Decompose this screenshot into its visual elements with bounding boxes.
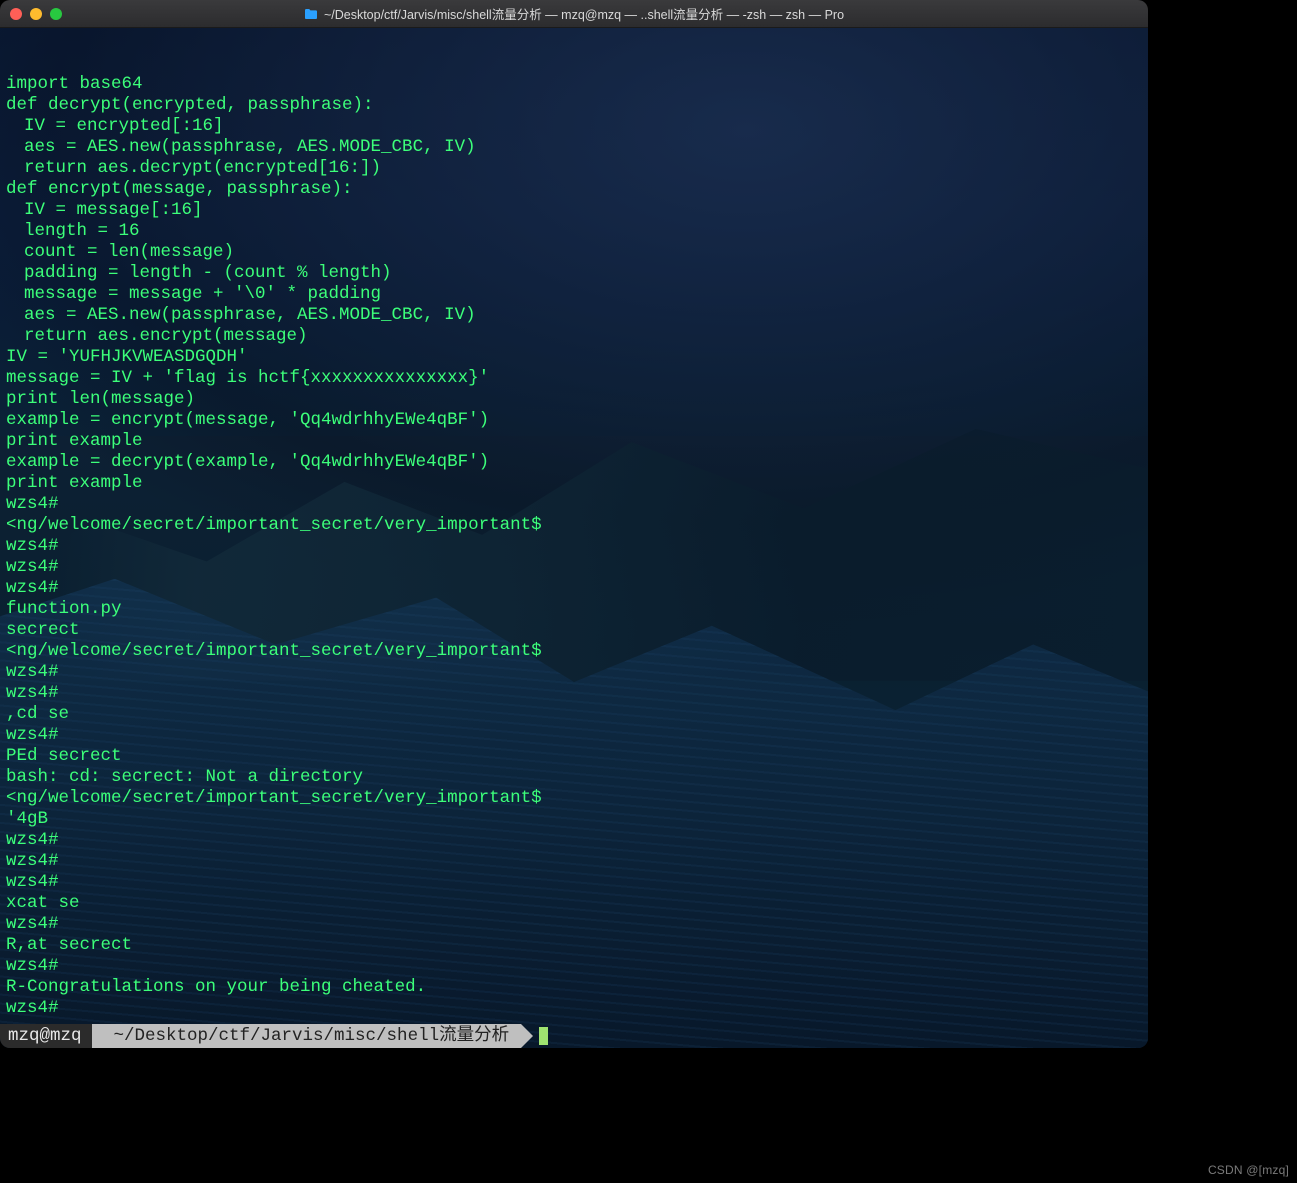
terminal-line: <ng/welcome/secret/important_secret/very… (6, 641, 1142, 662)
terminal-line: wzs4# (6, 872, 1142, 893)
terminal-viewport[interactable]: import base64def decrypt(encrypted, pass… (0, 28, 1148, 1048)
prompt-user: mzq@mzq (0, 1024, 92, 1048)
terminal-line: wzs4# (6, 536, 1142, 557)
watermark: CSDN @[mzq] (1208, 1163, 1289, 1177)
terminal-line: message = message + '\0' * padding (6, 284, 1142, 305)
cursor-icon (539, 1027, 548, 1045)
terminal-line: def decrypt(encrypted, passphrase): (6, 95, 1142, 116)
terminal-line: length = 16 (6, 221, 1142, 242)
terminal-line: def encrypt(message, passphrase): (6, 179, 1142, 200)
terminal-line: wzs4# (6, 662, 1142, 683)
prompt-path-text: ~/Desktop/ctf/Jarvis/misc/shell流量分析 (114, 1026, 510, 1047)
terminal-line: wzs4# (6, 830, 1142, 851)
terminal-line: wzs4# (6, 683, 1142, 704)
terminal-line: secrect (6, 620, 1142, 641)
terminal-line: wzs4# (6, 557, 1142, 578)
terminal-line: PEd secrect (6, 746, 1142, 767)
terminal-line: wzs4# (6, 851, 1142, 872)
folder-icon (304, 8, 318, 20)
terminal-line: function.py (6, 599, 1142, 620)
terminal-line: wzs4# (6, 956, 1142, 977)
terminal-line: IV = 'YUFHJKVWEASDGQDH' (6, 347, 1142, 368)
terminal-line: example = encrypt(message, 'Qq4wdrhhyEWe… (6, 410, 1142, 431)
terminal-line: <ng/welcome/secret/important_secret/very… (6, 788, 1142, 809)
prompt-path: ~/Desktop/ctf/Jarvis/misc/shell流量分析 (92, 1024, 522, 1048)
terminal-line: count = len(message) (6, 242, 1142, 263)
terminal-line: wzs4# (6, 914, 1142, 935)
terminal-line: ,cd se (6, 704, 1142, 725)
window-title: ~/Desktop/ctf/Jarvis/misc/shell流量分析 — mz… (0, 4, 1148, 23)
terminal-line: R,at secrect (6, 935, 1142, 956)
terminal-line: print example (6, 473, 1142, 494)
terminal-line: message = IV + 'flag is hctf{xxxxxxxxxxx… (6, 368, 1142, 389)
terminal-line: print len(message) (6, 389, 1142, 410)
terminal-line: R-Congratulations on your being cheated. (6, 977, 1142, 998)
terminal-line: aes = AES.new(passphrase, AES.MODE_CBC, … (6, 137, 1142, 158)
terminal-line: import base64 (6, 74, 1142, 95)
prompt-user-text: mzq@mzq (8, 1026, 82, 1047)
terminal-window: ~/Desktop/ctf/Jarvis/misc/shell流量分析 — mz… (0, 0, 1148, 1048)
close-icon[interactable] (10, 8, 22, 20)
terminal-line: print example (6, 431, 1142, 452)
minimize-icon[interactable] (30, 8, 42, 20)
terminal-line: IV = message[:16] (6, 200, 1142, 221)
terminal-line: wzs4# (6, 725, 1142, 746)
terminal-line: wzs4# (6, 998, 1142, 1019)
terminal-line: example = decrypt(example, 'Qq4wdrhhyEWe… (6, 452, 1142, 473)
terminal-line: '4gB (6, 809, 1142, 830)
terminal-line: return aes.decrypt(encrypted[16:]) (6, 158, 1142, 179)
titlebar[interactable]: ~/Desktop/ctf/Jarvis/misc/shell流量分析 — mz… (0, 0, 1148, 28)
terminal-line: wzs4# (6, 494, 1142, 515)
window-controls (10, 8, 62, 20)
terminal-line: wzs4# (6, 578, 1142, 599)
terminal-line: aes = AES.new(passphrase, AES.MODE_CBC, … (6, 305, 1142, 326)
maximize-icon[interactable] (50, 8, 62, 20)
terminal-line: IV = encrypted[:16] (6, 116, 1142, 137)
terminal-line: xcat se (6, 893, 1142, 914)
window-title-text: ~/Desktop/ctf/Jarvis/misc/shell流量分析 — mz… (324, 4, 844, 23)
terminal-output: import base64def decrypt(encrypted, pass… (6, 74, 1142, 1019)
prompt-bar[interactable]: mzq@mzq ~/Desktop/ctf/Jarvis/misc/shell流… (0, 1024, 1148, 1048)
terminal-line: return aes.encrypt(message) (6, 326, 1142, 347)
terminal-line: <ng/welcome/secret/important_secret/very… (6, 515, 1142, 536)
terminal-line: bash: cd: secrect: Not a directory (6, 767, 1142, 788)
terminal-line: padding = length - (count % length) (6, 263, 1142, 284)
